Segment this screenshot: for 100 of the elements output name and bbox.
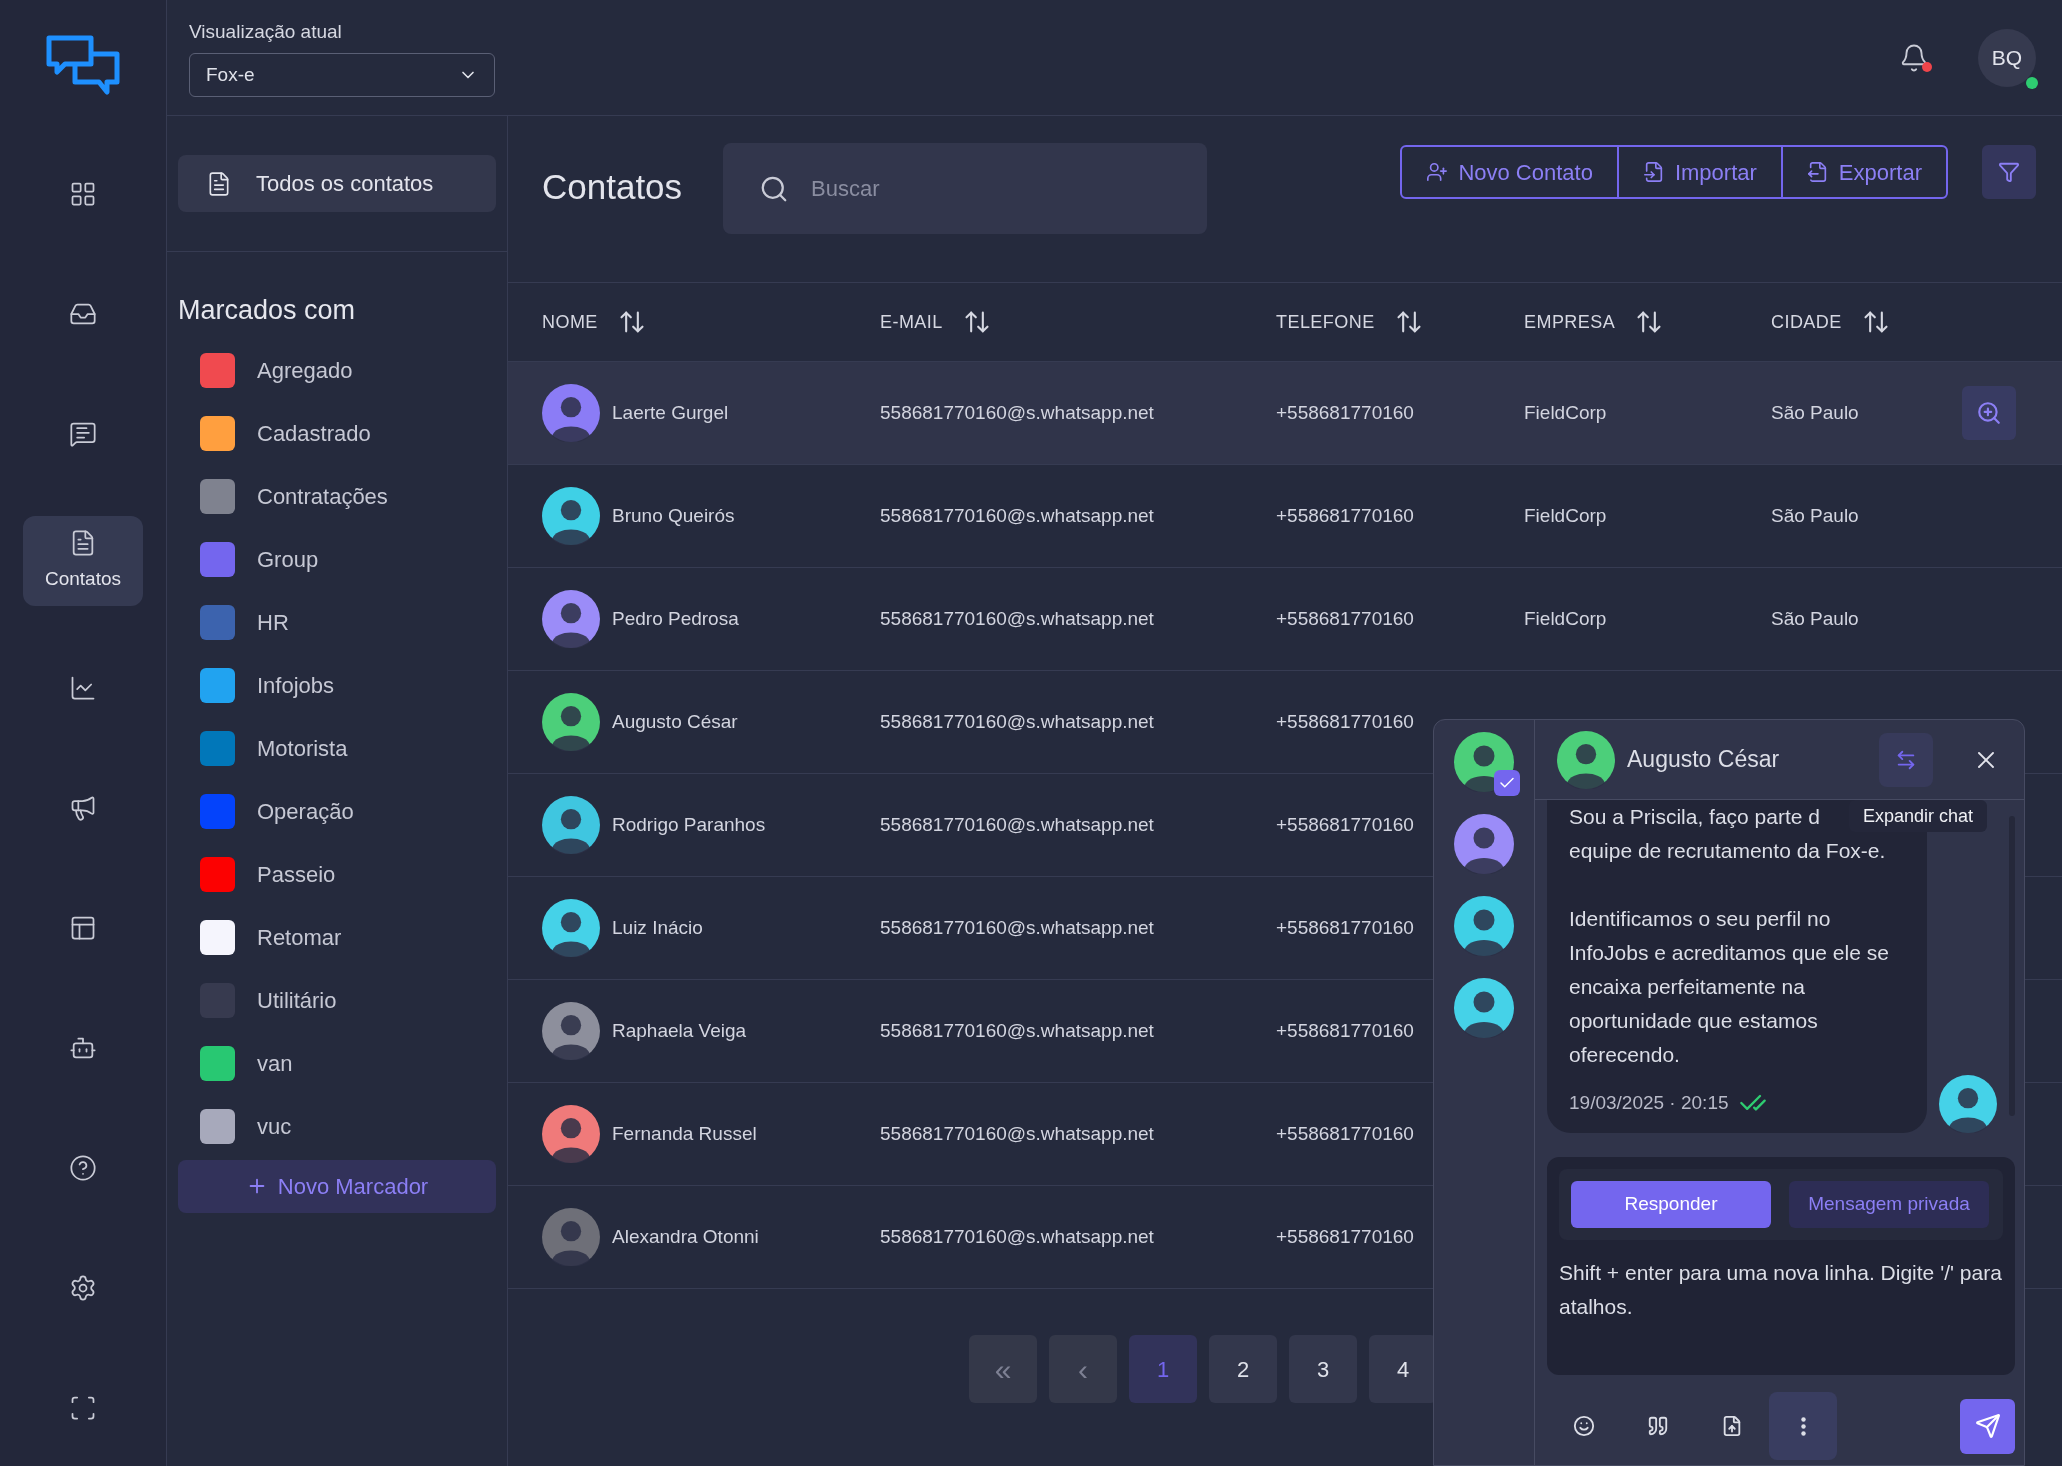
tag-item[interactable]: Utilitário [178, 968, 496, 1032]
message-text: equipe de recrutamento da Fox-e. [1569, 838, 1886, 864]
layout-icon [69, 914, 97, 942]
table-cell: São Paulo [1771, 504, 1859, 526]
send-icon [1974, 1413, 2001, 1439]
chart-line-icon [69, 674, 97, 702]
page-title: Contatos [542, 166, 684, 208]
zoom-in-icon [1976, 400, 2002, 426]
view-label: Visualização atual [189, 20, 343, 45]
column-header: EMPRESA [1524, 310, 1616, 334]
mode-tab[interactable]: Mensagem privada [1789, 1181, 1989, 1228]
table-cell-text: +558681770160 [1276, 503, 1415, 528]
search-input[interactable]: Buscar [811, 172, 1171, 205]
tag-item[interactable]: vuc [178, 1094, 496, 1158]
tag-item[interactable]: Agregado [178, 338, 496, 402]
view-select[interactable]: Fox-e [189, 52, 495, 97]
toolbar-button[interactable]: Novo Contato [1402, 147, 1617, 197]
table-cell-text: 558681770160@s.whatsapp.net [880, 400, 1155, 425]
table-cell-text: +558681770160 [1276, 400, 1415, 425]
conversation-avatar[interactable] [1454, 814, 1514, 874]
tag-item[interactable]: Cadastrado [178, 401, 496, 465]
dashed-square-icon [69, 1394, 97, 1422]
table-cell-text: Pedro Pedrosa [612, 606, 739, 631]
column-header: TELEFONE [1276, 310, 1375, 334]
column-header: CIDADE [1771, 310, 1842, 334]
conversation-avatar[interactable] [1454, 896, 1514, 956]
tag-item[interactable]: Retomar [178, 905, 496, 969]
tag-item[interactable]: Motorista [178, 716, 496, 780]
table-cell-text: 558681770160@s.whatsapp.net [880, 1224, 1155, 1249]
avatar [1939, 1075, 1997, 1133]
tag-item[interactable]: Operação [178, 779, 496, 843]
avatar [1557, 730, 1615, 789]
user-avatar[interactable]: BQ [1978, 28, 2036, 87]
message-time: 19/03/2025 · 20:15 [1569, 1091, 1729, 1115]
table-cell-text: +558681770160 [1276, 1224, 1415, 1249]
table-cell-text: Augusto César [612, 709, 738, 734]
nav-item[interactable]: Contatos [23, 516, 143, 606]
file-upload-icon [1721, 1415, 1743, 1437]
table-cell-text: +558681770160 [1276, 915, 1415, 940]
table-cell-text: Rodrigo Paranhos [612, 812, 766, 837]
table-cell-text: Luiz Inácio [612, 915, 703, 940]
table-cell-text: 558681770160@s.whatsapp.net [880, 1121, 1155, 1146]
table-cell-text: 558681770160@s.whatsapp.net [880, 1018, 1155, 1043]
table-cell-text: Alexandra Otonni [612, 1224, 759, 1249]
table-cell: São Paulo [1771, 401, 1859, 423]
file-export-icon [1806, 161, 1829, 183]
table-cell-text: +558681770160 [1276, 812, 1415, 837]
table-cell: São Paulo [1771, 607, 1859, 629]
table-cell: FieldCorp [1524, 401, 1607, 423]
smiley-icon [1573, 1415, 1595, 1437]
table-cell-text: Raphaela Veiga [612, 1018, 747, 1043]
table-cell-text: +558681770160 [1276, 1018, 1415, 1043]
table-cell-text: +558681770160 [1276, 709, 1415, 734]
table-cell: FieldCorp [1524, 504, 1607, 526]
settings-icon [69, 1274, 97, 1302]
table-row[interactable]: Pedro Pedrosa 558681770160@s.whatsapp.net +558681770160 FieldCorp São Paulo [508, 568, 2062, 671]
toolbar-button[interactable]: Exportar [1780, 147, 1946, 197]
conversation-avatar[interactable] [1454, 978, 1514, 1038]
apps-icon [69, 180, 97, 208]
bell-icon [1899, 42, 1929, 73]
megaphone-icon [69, 794, 97, 822]
tag-item[interactable]: HR [178, 590, 496, 654]
tag-item[interactable]: Infojobs [178, 653, 496, 717]
tags-heading: Marcados com [178, 294, 357, 327]
table-cell-text: 558681770160@s.whatsapp.net [880, 812, 1155, 837]
table-cell-text: Fernanda Russel [612, 1121, 757, 1146]
page-button[interactable]: 3 [1289, 1335, 1357, 1403]
page-button[interactable]: 2 [1209, 1335, 1277, 1403]
table-cell: FieldCorp [1524, 607, 1607, 629]
all-contacts-button[interactable]: Todos os contatos [178, 155, 496, 212]
more-icon [1800, 1416, 1806, 1436]
table-cell-text: Bruno Queirós [612, 503, 735, 528]
tag-item[interactable]: Group [178, 527, 496, 591]
expand-button[interactable] [1879, 732, 1933, 787]
table-cell-text: 558681770160@s.whatsapp.net [880, 606, 1155, 631]
message-text: Sou a Priscila, faço parte d [1569, 804, 1820, 830]
help-icon [69, 1154, 97, 1182]
message-icon [69, 420, 97, 448]
logo-icon [45, 34, 121, 98]
table-cell-text: 558681770160@s.whatsapp.net [880, 709, 1155, 734]
tag-item[interactable]: Contratações [178, 464, 496, 528]
message-input[interactable]: Shift + enter para uma nova linha. Digite '/' para atalhos. [1547, 1252, 2015, 1375]
filter-button[interactable] [1982, 145, 2036, 199]
tag-item[interactable]: Passeio [178, 842, 496, 906]
mode-tab[interactable]: Responder [1571, 1181, 1771, 1228]
quote-icon [1647, 1415, 1669, 1437]
column-header: NOME [542, 310, 598, 334]
file-import-icon [1642, 161, 1665, 183]
zoom-button[interactable] [1962, 386, 2016, 440]
table-row[interactable]: Bruno Queirós 558681770160@s.whatsapp.net +558681770160 FieldCorp São Paulo [508, 465, 2062, 568]
send-button[interactable] [1960, 1398, 2015, 1454]
toolbar-button[interactable]: Importar [1616, 147, 1781, 197]
search-field[interactable]: Buscar [723, 143, 1207, 234]
table-cell-text: 558681770160@s.whatsapp.net [880, 915, 1155, 940]
user-plus-icon [1426, 161, 1449, 183]
table-row[interactable]: Laerte Gurgel 558681770160@s.whatsapp.net +558681770160 FieldCorp São Paulo [508, 362, 2062, 465]
new-tag-button[interactable]: Novo Marcador [178, 1159, 496, 1213]
tag-item[interactable]: van [178, 1031, 496, 1095]
table-cell-text: +558681770160 [1276, 1121, 1415, 1146]
filter-icon [1998, 161, 2020, 183]
